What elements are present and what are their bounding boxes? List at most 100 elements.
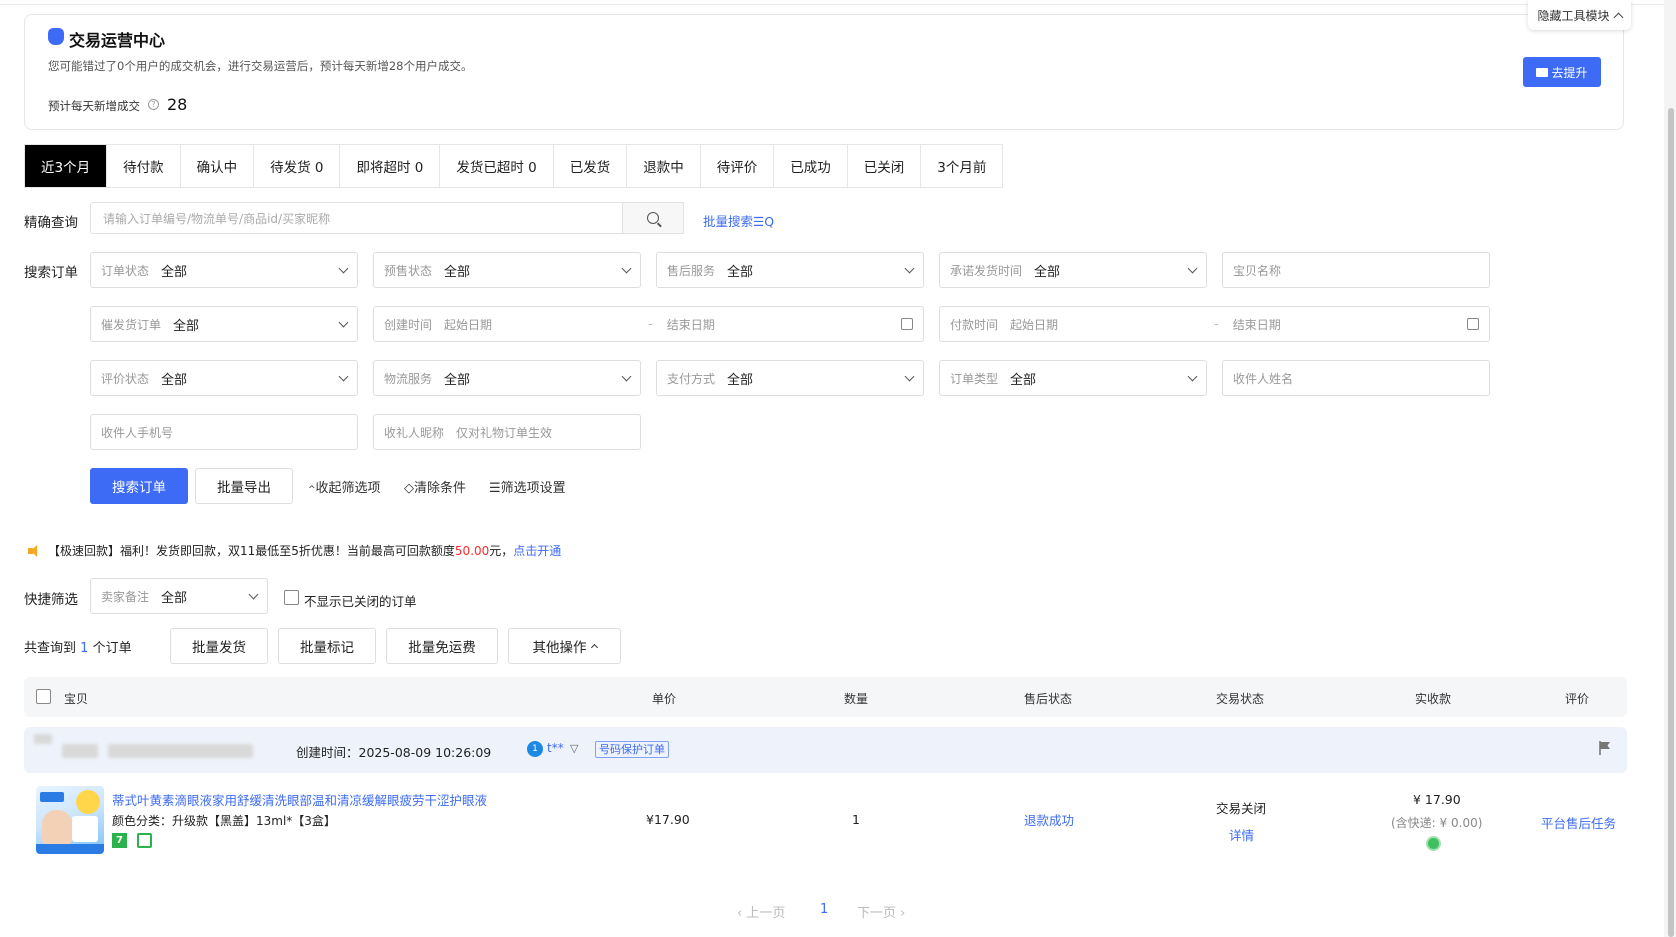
promise-time-select[interactable]: 承诺发货时间 全部 [939,252,1207,288]
chevron-down-icon [338,371,349,381]
menu-icon: ☰ [489,481,501,496]
order-type-select[interactable]: 订单类型 全部 [939,360,1207,396]
receiver-phone-input[interactable]: 收件人手机号 [90,414,358,450]
start-date[interactable]: 起始日期 [1010,316,1200,333]
field-value: 全部 [161,264,188,280]
buyer-nick[interactable]: t** [547,741,564,755]
gift-receiver-input[interactable]: 收礼人昵称 仅对礼物订单生效 [373,414,641,450]
clear-conditions-link[interactable]: ◇清除条件 [404,477,466,496]
collapse-filters-link[interactable]: ^收起筛选项 [308,477,381,496]
clear-label: 清除条件 [414,481,467,496]
precise-search-input[interactable]: 请输入订单编号/物流单号/商品id/买家昵称 [90,202,623,234]
batch-search-link[interactable]: 批量搜索☰Q [703,211,774,230]
item-name-input[interactable]: 宝贝名称 [1222,252,1490,288]
scrollbar-thumb[interactable] [1668,108,1674,937]
settings-label: 筛选项设置 [500,481,566,496]
after-sale-select[interactable]: 售后服务 全部 [656,252,924,288]
field-label: 预售状态 [384,263,433,278]
tab-refunding[interactable]: 退款中 [627,145,701,187]
logistics-select[interactable]: 物流服务 全部 [373,360,641,396]
chevron-down-icon [1187,263,1198,273]
receiver-name-input[interactable]: 收件人姓名 [1222,360,1490,396]
tab-confirming[interactable]: 确认中 [180,145,255,187]
batch-free-shipping-button[interactable]: 批量免运费 [386,628,498,664]
fast-payout-notice: 【极速回款】福利！发货即回款，双11最低至5折优惠！当前最高可回款额度 50.0… [28,542,561,559]
tab-pending-payment[interactable]: 待付款 [107,145,181,187]
tab-ship-timeout[interactable]: 发货已超时 0 [440,145,554,187]
batch-ship-button[interactable]: 批量发货 [170,628,268,664]
start-date[interactable]: 起始日期 [444,316,634,333]
order-header-row [24,727,1627,773]
page-number-current[interactable]: 1 [820,902,828,917]
activate-link[interactable]: 点击开通 [513,542,561,559]
tab-success[interactable]: 已成功 [774,145,848,187]
hide-closed-label: 不显示已关闭的订单 [304,594,417,609]
presale-status-select[interactable]: 预售状态 全部 [373,252,641,288]
field-placeholder: 宝贝名称 [1233,263,1282,278]
eraser-icon: ◇ [404,481,414,496]
field-value: 全部 [444,264,471,280]
field-label: 评价状态 [101,371,150,386]
after-sale-status-link[interactable]: 退款成功 [1024,810,1074,829]
next-page-button[interactable]: 下一页 › [857,902,905,921]
platform-aftersale-task-link[interactable]: 平台售后任务 [1541,813,1616,832]
chevron-down-icon [338,263,349,273]
tab-about-to-timeout[interactable]: 即将超时 0 [340,145,441,187]
col-quantity: 数量 [844,692,869,706]
field-label: 支付方式 [667,371,716,386]
seller-remark-select[interactable]: 卖家备注 全部 [90,578,268,614]
tab-closed[interactable]: 已关闭 [847,145,922,187]
prev-page-button[interactable]: ‹ 上一页 [737,902,785,921]
tab-to-review[interactable]: 待评价 [700,145,775,187]
field-value: 全部 [161,372,188,388]
field-value: 全部 [173,318,200,334]
hide-tool-toggle[interactable]: 隐藏工具模块 [1528,0,1631,30]
pay-method-select[interactable]: 支付方式 全部 [656,360,924,396]
tab-older-than-3-months[interactable]: 3个月前 [921,145,1003,187]
tab-shipped[interactable]: 已发货 [553,145,628,187]
product-title-link[interactable]: 蒂式叶黄素滴眼液家用舒缓清洗眼部温和清凉缓解眼疲劳干涩护眼液 [112,790,487,809]
search-orders-button[interactable]: 搜索订单 [90,468,188,504]
calendar-icon [1467,318,1479,330]
collapse-label: 收起筛选项 [315,481,381,496]
hide-closed-checkbox[interactable] [284,590,299,605]
review-status-select[interactable]: 评价状态 全部 [90,360,358,396]
field-label: 催发货订单 [101,317,162,332]
end-date[interactable]: 结束日期 [1233,316,1467,333]
received-amount: ¥ 17.90 [1413,792,1461,807]
flag-icon[interactable] [1599,741,1611,755]
other-actions-button[interactable]: 其他操作 [508,628,621,664]
urge-order-select[interactable]: 催发货订单 全部 [90,306,358,342]
product-thumbnail[interactable] [36,786,104,854]
help-icon[interactable]: ? [148,99,159,110]
tab-to-ship[interactable]: 待发货 0 [254,145,341,187]
order-created-time: 创建时间：2025-08-09 10:26:09 [296,745,492,760]
end-date[interactable]: 结束日期 [667,316,901,333]
filter-settings-link[interactable]: ☰筛选项设置 [489,477,566,496]
chevron-right-icon: › [896,906,906,921]
seven-day-return-icon: 7 [112,833,127,848]
order-status-tabs: 近3个月 待付款 确认中 待发货 0 即将超时 0 发货已超时 0 已发货 退款… [24,144,1004,188]
top-divider [0,4,1676,5]
wangwang-chat-icon[interactable]: 1 [527,741,543,757]
chevron-up-icon [1613,12,1623,22]
search-order-label: 搜索订单 [24,265,78,281]
field-value: 全部 [727,372,754,388]
select-all-checkbox[interactable] [36,689,51,704]
batch-mark-button[interactable]: 批量标记 [278,628,376,664]
money-bag-icon [48,28,64,45]
search-button[interactable] [622,202,684,234]
field-label: 订单类型 [950,371,999,386]
pay-time-range[interactable]: 付款时间 起始日期 - 结束日期 [939,306,1490,342]
notice-suffix: 元， [489,544,514,558]
filter-icon[interactable]: ▽ [570,742,578,755]
order-detail-link[interactable]: 详情 [1229,825,1254,844]
prev-page-label: 上一页 [746,906,786,921]
col-item: 宝贝 [64,692,89,706]
create-time-range[interactable]: 创建时间 起始日期 - 结束日期 [373,306,924,342]
tab-recent-3-months[interactable]: 近3个月 [25,145,108,187]
batch-export-button[interactable]: 批量导出 [195,468,293,504]
boost-button[interactable]: 去提升 [1523,57,1601,87]
order-status-select[interactable]: 订单状态 全部 [90,252,358,288]
product-sku: 颜色分类：升级款【黑盖】13ml*【3盒】 [112,814,336,828]
